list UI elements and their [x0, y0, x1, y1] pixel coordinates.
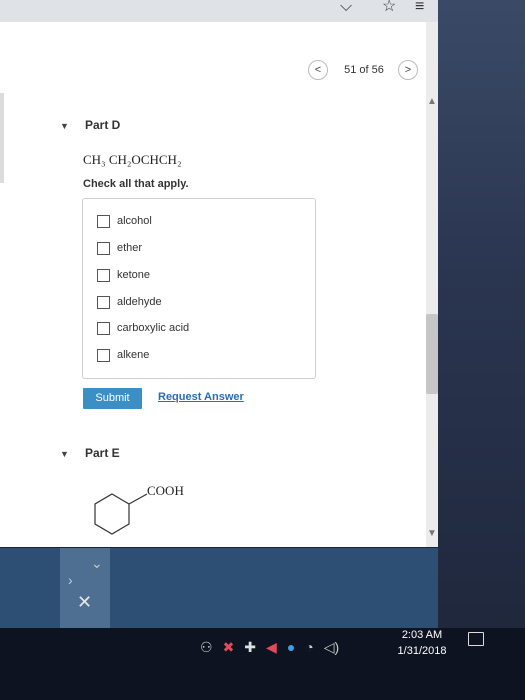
scroll-up-icon[interactable]: ▲	[426, 96, 438, 107]
option-ketone[interactable]: ketone	[97, 267, 150, 283]
option-label: ether	[117, 242, 143, 254]
part-d-formula: CH₃ CH₂OCHCH₂	[83, 152, 182, 167]
people-icon[interactable]: ⚇	[200, 639, 213, 656]
chevron-right-icon: >	[404, 64, 412, 76]
dropdown-icon[interactable]: ⌵	[340, 0, 352, 15]
option-carboxylic-acid[interactable]: carboxylic acid	[97, 320, 189, 336]
prev-item-button[interactable]: <	[308, 60, 328, 80]
wifi-icon[interactable]: ◔	[305, 639, 313, 655]
checkbox[interactable]	[97, 348, 110, 362]
close-icon[interactable]: ✕	[77, 592, 92, 613]
option-label: alkene	[117, 349, 150, 361]
option-label: carboxylic acid	[117, 322, 190, 334]
antivirus-icon[interactable]: ✚	[244, 639, 256, 656]
notification-icon[interactable]	[468, 632, 484, 646]
scroll-down-icon[interactable]: ▼	[426, 528, 438, 539]
answer-options: alcohol ether ketone aldehyde carboxylic…	[82, 198, 316, 379]
part-e-title[interactable]: Part E	[85, 446, 120, 460]
part-d-instruction: Check all that apply.	[83, 178, 189, 190]
request-answer-link[interactable]: Request Answer	[158, 391, 244, 403]
menu-icon[interactable]: ≡	[415, 0, 424, 15]
part-d-collapse-icon[interactable]: ▼	[60, 121, 69, 131]
browser-top-strip: ⌵ ☆ ≡	[0, 0, 438, 23]
chevron-down-icon[interactable]: ⌄	[91, 555, 103, 572]
cyclohexane-carboxylic-acid-structure: COOH	[84, 482, 214, 551]
option-alkene[interactable]: alkene	[97, 347, 149, 363]
option-label: ketone	[117, 269, 151, 281]
clock-time[interactable]: 2:03 AM	[397, 629, 447, 641]
checkbox[interactable]	[97, 321, 110, 335]
item-counter: 51 of 56	[344, 64, 384, 76]
left-stripe	[0, 93, 4, 183]
submit-button[interactable]: Submit	[83, 388, 142, 409]
clock-date[interactable]: 1/31/2018	[391, 645, 453, 657]
security-icon[interactable]: ✖	[223, 639, 235, 656]
checkbox[interactable]	[97, 241, 110, 255]
volume-icon[interactable]: ◁)	[324, 639, 339, 656]
arrow-icon[interactable]: ◀	[266, 639, 277, 656]
scrollbar-thumb[interactable]	[426, 314, 438, 394]
cooh-label: COOH	[147, 483, 184, 498]
part-e-collapse-icon[interactable]: ▼	[60, 449, 69, 459]
checkbox[interactable]	[97, 214, 110, 228]
background-right	[438, 0, 525, 700]
star-icon[interactable]: ☆	[382, 0, 396, 15]
part-d-title[interactable]: Part D	[85, 118, 120, 132]
option-label: alcohol	[117, 215, 152, 227]
option-ether[interactable]: ether	[97, 240, 142, 256]
option-alcohol[interactable]: alcohol	[97, 213, 152, 229]
checkbox[interactable]	[97, 268, 110, 282]
system-tray: ⚇ ✖ ✚ ◀ ● ◔ ◁)	[200, 632, 339, 662]
checkbox[interactable]	[97, 295, 110, 309]
chevron-left-icon: <	[314, 64, 322, 76]
option-aldehyde[interactable]: aldehyde	[97, 294, 162, 310]
app-icon[interactable]: ●	[287, 639, 295, 655]
next-item-button[interactable]: >	[398, 60, 418, 80]
option-label: aldehyde	[117, 296, 162, 308]
chevron-right-icon[interactable]: ›	[68, 572, 73, 588]
